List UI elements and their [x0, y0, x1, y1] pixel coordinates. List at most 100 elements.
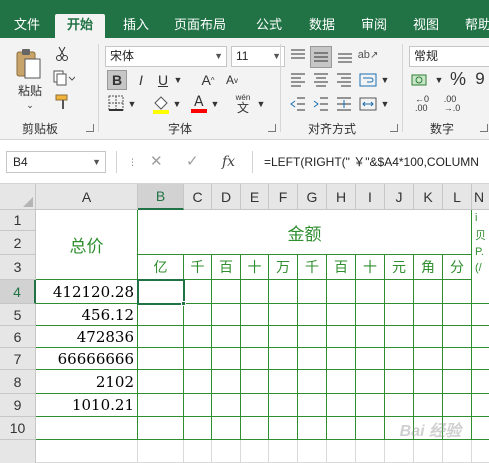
comma-style-button[interactable]: 9: [472, 68, 488, 90]
grid-cell[interactable]: [269, 280, 298, 304]
column-header-a[interactable]: A: [36, 184, 138, 210]
font-name-dropdown[interactable]: 宋体 ▼: [105, 46, 227, 67]
cell-a1-total-header[interactable]: 总价: [36, 210, 138, 280]
cell-a4[interactable]: 412120.28: [36, 280, 138, 304]
grid-cell[interactable]: [184, 394, 212, 417]
currency-format-icon[interactable]: [410, 70, 434, 90]
grid-cell[interactable]: [356, 348, 385, 370]
text-direction-icon[interactable]: [334, 94, 354, 114]
column-header-c[interactable]: C: [184, 184, 212, 210]
grid-cell[interactable]: [212, 394, 241, 417]
paste-label[interactable]: 粘贴: [18, 82, 42, 99]
grid-cell[interactable]: [472, 417, 489, 440]
bold-button[interactable]: B: [107, 70, 127, 90]
grid-cell[interactable]: [269, 370, 298, 394]
grid-cell[interactable]: [184, 304, 212, 326]
grid-cell[interactable]: [327, 394, 356, 417]
grid-cell[interactable]: [298, 280, 327, 304]
grid-cell[interactable]: [385, 348, 414, 370]
align-right-icon[interactable]: [334, 70, 354, 90]
copy-icon[interactable]: [52, 70, 76, 86]
column-header-g[interactable]: G: [298, 184, 327, 210]
merge-center-icon[interactable]: [358, 94, 378, 114]
tab-home[interactable]: 开始: [55, 14, 106, 38]
unit-cell-wan[interactable]: 万: [269, 255, 298, 280]
grid-cell[interactable]: [241, 348, 269, 370]
alignment-launcher-icon[interactable]: [390, 124, 398, 132]
cut-icon[interactable]: [54, 46, 70, 62]
grid-cell[interactable]: [184, 280, 212, 304]
grid-cell[interactable]: [184, 417, 212, 440]
cell-a10[interactable]: [36, 417, 138, 440]
grid-cell[interactable]: [414, 370, 443, 394]
grid-cell[interactable]: [472, 280, 489, 304]
row-header-6[interactable]: 6: [0, 326, 36, 348]
grid-cell[interactable]: [241, 417, 269, 440]
decrease-decimal-icon[interactable]: .00 →.0: [440, 94, 464, 114]
row-header-3[interactable]: 3: [0, 255, 36, 280]
column-header-h[interactable]: H: [327, 184, 356, 210]
grid-cell[interactable]: [385, 394, 414, 417]
font-color-icon[interactable]: A: [190, 92, 208, 114]
tab-view[interactable]: 视图: [411, 14, 441, 38]
grid-cell[interactable]: [414, 440, 443, 463]
font-launcher-icon[interactable]: [268, 124, 276, 132]
unit-cell-qian[interactable]: 千: [298, 255, 327, 280]
grid-cell[interactable]: [414, 326, 443, 348]
row-header-10[interactable]: 10: [0, 417, 36, 440]
grid-cell[interactable]: [472, 348, 489, 370]
grid-cell[interactable]: [472, 370, 489, 394]
grid-cell[interactable]: [443, 326, 472, 348]
row-header-5[interactable]: 5: [0, 304, 36, 326]
grid-cell[interactable]: [138, 304, 184, 326]
percent-style-button[interactable]: %: [449, 68, 467, 90]
chevron-down-icon[interactable]: ▼: [256, 99, 266, 109]
tab-insert[interactable]: 插入: [121, 14, 151, 38]
column-header-f[interactable]: F: [269, 184, 298, 210]
format-painter-icon[interactable]: [54, 94, 72, 110]
grid-cell[interactable]: [184, 326, 212, 348]
grid-cell[interactable]: [298, 304, 327, 326]
select-all-button[interactable]: [0, 184, 36, 210]
cell-a7[interactable]: 66666666: [36, 348, 138, 370]
unit-cell-qian[interactable]: 千: [184, 255, 212, 280]
grid-cell[interactable]: [298, 370, 327, 394]
chevron-down-icon[interactable]: ▼: [210, 99, 220, 109]
column-header-d[interactable]: D: [212, 184, 241, 210]
decrease-indent-icon[interactable]: [288, 94, 308, 114]
tab-formulas[interactable]: 公式: [254, 14, 284, 38]
column-header-i[interactable]: I: [356, 184, 385, 210]
grid-cell[interactable]: [298, 348, 327, 370]
column-header-e[interactable]: E: [241, 184, 269, 210]
grid-cell[interactable]: [327, 280, 356, 304]
font-size-dropdown[interactable]: 11 ▼: [231, 46, 285, 67]
grid-cell[interactable]: [443, 394, 472, 417]
grid-cell[interactable]: [443, 440, 472, 463]
fill-color-icon[interactable]: [152, 94, 170, 114]
grid-cell[interactable]: [298, 440, 327, 463]
wrap-text-icon[interactable]: [358, 70, 378, 90]
row-header-11[interactable]: [0, 440, 36, 463]
cell-a6[interactable]: 472836: [36, 326, 138, 348]
grow-font-button[interactable]: A ^: [198, 70, 218, 90]
chevron-down-icon[interactable]: ▼: [127, 99, 137, 109]
shrink-font-button[interactable]: Av: [222, 70, 242, 90]
grid-cell[interactable]: [356, 440, 385, 463]
grid-cell[interactable]: [327, 326, 356, 348]
grid-cell[interactable]: [356, 280, 385, 304]
formula-input[interactable]: =LEFT(RIGHT(" ￥"&$A4*100,COLUMN: [264, 151, 479, 173]
grid-cell[interactable]: [472, 304, 489, 326]
underline-button[interactable]: U: [153, 70, 173, 90]
grid-cell[interactable]: [472, 326, 489, 348]
name-box[interactable]: B4 ▼: [6, 151, 106, 173]
unit-cell-bai[interactable]: 百: [327, 255, 356, 280]
unit-cell-fen[interactable]: 分: [443, 255, 472, 280]
grid-cell[interactable]: [356, 417, 385, 440]
grid-cell[interactable]: [298, 326, 327, 348]
grid-cell[interactable]: [385, 304, 414, 326]
column-header-l[interactable]: L: [443, 184, 472, 210]
grid-cell[interactable]: [356, 394, 385, 417]
grid-cell[interactable]: [138, 394, 184, 417]
tab-page-layout[interactable]: 页面布局: [172, 14, 228, 38]
grid-cell[interactable]: [269, 326, 298, 348]
